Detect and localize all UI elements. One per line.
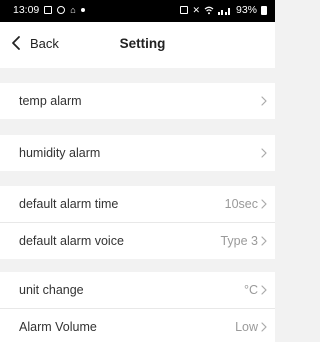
setting-row-default-alarm-time[interactable]: default alarm time 10sec	[0, 186, 275, 222]
chevron-right-icon	[261, 96, 267, 106]
setting-label: temp alarm	[19, 94, 82, 108]
setting-row-temp-alarm[interactable]: temp alarm	[0, 83, 275, 119]
setting-label: default alarm voice	[19, 234, 124, 248]
chevron-right-icon	[261, 236, 267, 246]
setting-row-alarm-volume[interactable]: Alarm Volume Low	[0, 309, 275, 342]
page-title: Setting	[119, 36, 166, 51]
chevron-right-icon	[261, 322, 267, 332]
status-time: 13:09	[13, 4, 40, 16]
wifi-icon	[204, 6, 214, 14]
chevron-right-icon	[261, 285, 267, 295]
setting-label: default alarm time	[19, 197, 119, 211]
setting-row-default-alarm-voice[interactable]: default alarm voice Type 3	[0, 223, 275, 259]
dot-icon	[80, 8, 85, 12]
setting-value: Type 3	[220, 234, 258, 248]
status-bar: 13:09 ⌂ ✕ 93%	[0, 0, 275, 22]
nav-bar: Back Setting	[0, 22, 275, 68]
home-icon: ⌂	[70, 4, 76, 15]
setting-row-unit-change[interactable]: unit change °C	[0, 272, 275, 308]
battery-icon	[261, 5, 267, 15]
chevron-right-icon	[261, 148, 267, 158]
signal-icon	[217, 7, 230, 15]
setting-label: Alarm Volume	[19, 320, 97, 334]
camera-icon	[57, 6, 66, 14]
setting-value: °C	[243, 283, 258, 297]
setting-row-humidity-alarm[interactable]: humidity alarm	[0, 135, 275, 171]
alarm-icon	[180, 6, 189, 14]
status-left: 13:09 ⌂	[13, 4, 85, 16]
battery-percent: 93%	[235, 4, 257, 16]
chevron-right-icon	[261, 199, 267, 209]
setting-label: unit change	[19, 283, 84, 297]
mute-icon: ✕	[192, 4, 200, 15]
image-icon	[44, 6, 53, 14]
setting-label: humidity alarm	[19, 146, 101, 160]
setting-value: 10sec	[224, 197, 258, 211]
status-right: ✕ 93%	[180, 4, 267, 16]
setting-value: Low	[235, 320, 258, 334]
